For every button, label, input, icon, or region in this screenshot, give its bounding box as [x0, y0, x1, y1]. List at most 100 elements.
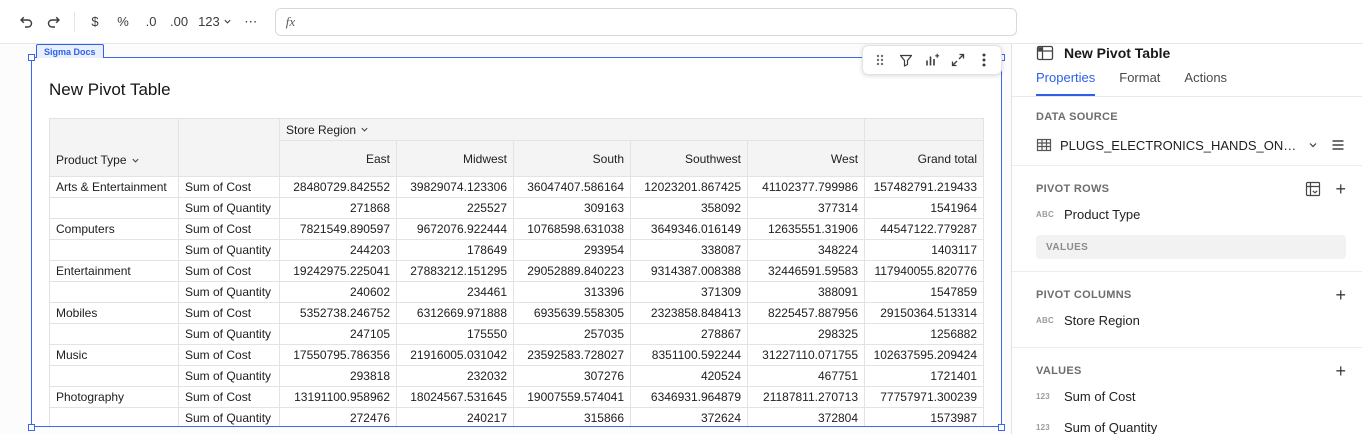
value-cell[interactable]: 293818	[279, 365, 397, 387]
percent-format-button[interactable]: %	[109, 8, 137, 36]
add-pivot-column-button[interactable]: +	[1335, 286, 1346, 304]
field-item[interactable]: ABC Product Type	[1036, 200, 1346, 229]
row-category-cell[interactable]: Mobiles	[49, 302, 179, 324]
value-cell[interactable]: 309163	[513, 197, 631, 219]
row-category-cell[interactable]	[49, 239, 179, 261]
value-cell[interactable]: 13191100.958962	[279, 386, 397, 408]
value-cell[interactable]: 21187811.270713	[746, 386, 866, 408]
value-cell[interactable]: 7821549.890597	[279, 218, 397, 240]
value-cell[interactable]: 6312669.971888	[396, 302, 514, 324]
value-cell[interactable]: 3649346.016149	[630, 218, 748, 240]
value-cell[interactable]: 36047407.586164	[513, 176, 631, 198]
value-cell[interactable]: 8225457.887956	[746, 302, 866, 324]
chevron-down-icon[interactable]	[131, 156, 140, 165]
row-category-cell[interactable]: Arts & Entertainment	[49, 176, 179, 198]
row-metric-cell[interactable]: Sum of Cost	[178, 386, 280, 408]
value-cell[interactable]: 420524	[630, 365, 748, 387]
row-metric-cell[interactable]: Sum of Cost	[178, 260, 280, 282]
row-category-cell[interactable]	[49, 281, 179, 303]
value-cell[interactable]: 313396	[513, 281, 631, 303]
column-header[interactable]: West	[746, 140, 866, 177]
value-cell[interactable]: 29150364.513314	[864, 302, 985, 324]
value-cell[interactable]: 1403117	[864, 239, 985, 261]
row-metric-cell[interactable]: Sum of Quantity	[178, 365, 280, 387]
source-list-icon[interactable]	[1330, 137, 1346, 153]
value-cell[interactable]: 338087	[630, 239, 748, 261]
value-cell[interactable]: 21916005.031042	[396, 344, 514, 366]
more-formats-button[interactable]: ⋯	[237, 8, 265, 36]
decrease-decimal-button[interactable]: .0	[137, 8, 165, 36]
value-cell[interactable]: 5352738.246752	[279, 302, 397, 324]
value-cell[interactable]: 272476	[279, 407, 397, 426]
increase-decimal-button[interactable]: .00	[165, 8, 193, 36]
value-cell[interactable]: 18024567.531645	[396, 386, 514, 408]
currency-format-button[interactable]: $	[81, 8, 109, 36]
row-category-cell[interactable]	[49, 197, 179, 219]
value-cell[interactable]: 298325	[746, 323, 866, 345]
row-metric-cell[interactable]: Sum of Quantity	[178, 197, 280, 219]
create-child-chart-button[interactable]	[920, 48, 944, 72]
value-cell[interactable]: 358092	[630, 197, 748, 219]
value-cell[interactable]: 19242975.225041	[279, 260, 397, 282]
undo-button[interactable]	[12, 8, 40, 36]
value-cell[interactable]: 178649	[396, 239, 514, 261]
field-item[interactable]: 123 Sum of Quantity	[1036, 413, 1346, 434]
value-cell[interactable]: 12023201.867425	[630, 176, 748, 198]
values-drop-zone[interactable]: VALUES	[1036, 235, 1346, 259]
column-header[interactable]: South	[513, 140, 631, 177]
value-cell[interactable]: 157482791.219433	[864, 176, 985, 198]
value-cell[interactable]: 315866	[513, 407, 631, 426]
value-cell[interactable]: 28480729.842552	[279, 176, 397, 198]
number-format-dropdown[interactable]: 123	[193, 8, 237, 36]
row-category-cell[interactable]: Photography	[49, 386, 179, 408]
value-cell[interactable]: 1541964	[864, 197, 985, 219]
row-category-cell[interactable]	[49, 365, 179, 387]
value-cell[interactable]: 10768598.631038	[513, 218, 631, 240]
value-cell[interactable]: 372624	[630, 407, 748, 426]
row-metric-cell[interactable]: Sum of Quantity	[178, 239, 280, 261]
row-category-cell[interactable]: Entertainment	[49, 260, 179, 282]
formula-bar[interactable]: fx	[274, 7, 1017, 36]
value-cell[interactable]: 467751	[746, 365, 866, 387]
pivot-layout-icon[interactable]	[1305, 181, 1321, 197]
value-cell[interactable]: 240602	[279, 281, 397, 303]
redo-button[interactable]	[40, 8, 68, 36]
value-cell[interactable]: 32446591.59583	[746, 260, 866, 282]
resize-handle-bottom-right[interactable]	[998, 424, 1005, 431]
value-cell[interactable]: 12635551.31906	[746, 218, 866, 240]
value-cell[interactable]: 225527	[396, 197, 514, 219]
data-source-row[interactable]: PLUGS_ELECTRONICS_HANDS_ON_LA...	[1036, 137, 1346, 153]
value-cell[interactable]: 29052889.840223	[513, 260, 631, 282]
value-cell[interactable]: 232032	[396, 365, 514, 387]
filter-button[interactable]	[894, 48, 918, 72]
value-cell[interactable]: 9314387.008388	[630, 260, 748, 282]
value-cell[interactable]: 17550795.786356	[279, 344, 397, 366]
value-cell[interactable]: 41102377.799986	[746, 176, 866, 198]
value-cell[interactable]: 257035	[513, 323, 631, 345]
value-cell[interactable]: 244203	[279, 239, 397, 261]
value-cell[interactable]: 240217	[396, 407, 514, 426]
formula-input[interactable]	[305, 8, 1006, 35]
value-cell[interactable]: 307276	[513, 365, 631, 387]
value-cell[interactable]: 1721401	[864, 365, 985, 387]
value-cell[interactable]: 9672076.922444	[396, 218, 514, 240]
value-cell[interactable]: 377314	[746, 197, 866, 219]
doc-tag[interactable]: Sigma Docs	[36, 44, 104, 58]
value-cell[interactable]: 31227110.071755	[746, 344, 866, 366]
row-category-cell[interactable]	[49, 407, 179, 426]
add-value-button[interactable]: +	[1335, 362, 1346, 380]
row-category-cell[interactable]: Music	[49, 344, 179, 366]
workbook-canvas[interactable]: Sigma Docs New Pivot Table Product Type	[0, 44, 1012, 434]
value-cell[interactable]: 23592583.728027	[513, 344, 631, 366]
column-header[interactable]: East	[279, 140, 397, 177]
resize-handle-top-left[interactable]	[28, 54, 35, 61]
value-cell[interactable]: 1547859	[864, 281, 985, 303]
chevron-down-icon[interactable]	[360, 125, 369, 134]
row-metric-cell[interactable]: Sum of Quantity	[178, 407, 280, 426]
value-cell[interactable]: 388091	[746, 281, 866, 303]
row-dimension-header[interactable]: Product Type	[49, 118, 179, 177]
value-cell[interactable]: 247105	[279, 323, 397, 345]
value-cell[interactable]: 44547122.779287	[864, 218, 985, 240]
value-cell[interactable]: 2323858.848413	[630, 302, 748, 324]
row-category-cell[interactable]: Computers	[49, 218, 179, 240]
